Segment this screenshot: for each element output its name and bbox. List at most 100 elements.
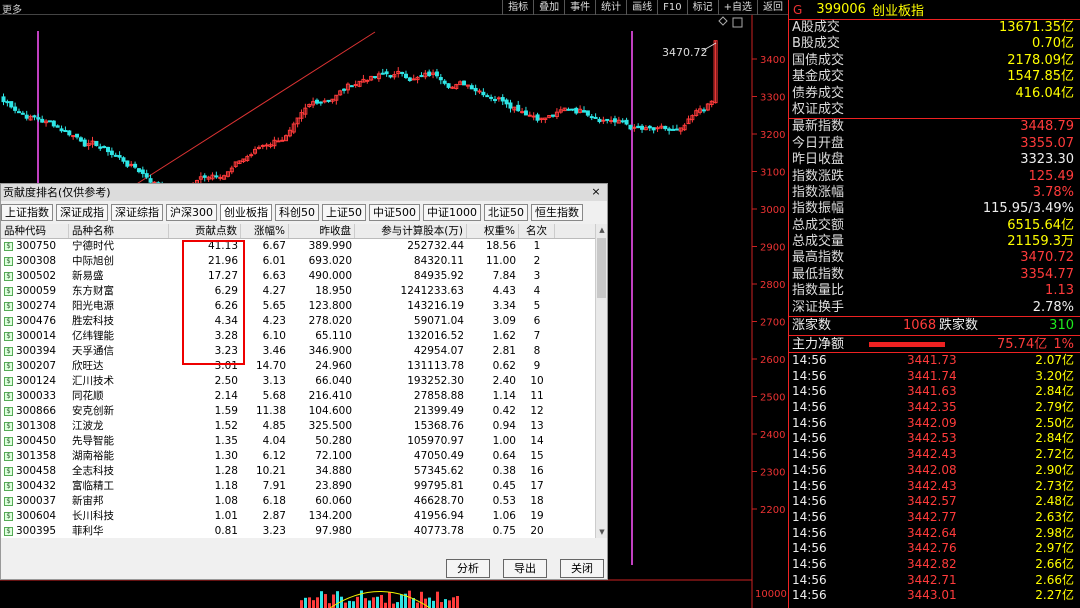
table-row[interactable]: $300866 安克创新 1.59 11.38 104.600 21399.49 0.42 1… <box>1 404 595 419</box>
vertical-scrollbar[interactable]: ▲ ▼ <box>595 224 607 538</box>
turnover-label: A股成交 <box>792 20 840 35</box>
turnover-label: 国债成交 <box>792 52 845 68</box>
toolbar-button[interactable]: 返回 <box>757 0 788 15</box>
column-header[interactable]: 涨幅% <box>241 224 289 238</box>
table-cell: 3.13 <box>262 375 286 387</box>
table-row[interactable]: $300502 新易盛 17.27 6.63 490.000 84935.92 7.84 3 <box>1 269 595 284</box>
tick-row[interactable]: 14:56 3442.82 2.66亿 <box>789 557 1080 573</box>
table-cell: 0.81 <box>214 525 238 537</box>
candle-body <box>655 127 660 130</box>
stat-value: 3.78% <box>1032 184 1074 200</box>
tick-row[interactable]: 14:56 3442.08 2.90亿 <box>789 463 1080 479</box>
tick-amount: 2.97亿 <box>1035 541 1074 556</box>
table-row[interactable]: $300458 全志科技 1.28 10.21 34.880 57345.62 0.38 16 <box>1 464 595 479</box>
turnover-row: B股成交 0.70亿 <box>789 36 1080 52</box>
table-row[interactable]: $300124 汇川技术 2.50 3.13 66.040 193252.30 2.40 10 <box>1 374 595 389</box>
tab-6[interactable]: 上证50 <box>322 204 366 221</box>
tab-4[interactable]: 创业板指 <box>220 204 272 221</box>
tab-10[interactable]: 恒生指数 <box>531 204 583 221</box>
tick-row[interactable]: 14:56 3442.09 2.50亿 <box>789 416 1080 432</box>
stat-value: 3355.07 <box>1020 135 1074 151</box>
tab-1[interactable]: 深证成指 <box>56 204 108 221</box>
table-row[interactable]: $300274 阳光电源 6.26 5.65 123.800 143216.19 3.34 5 <box>1 299 595 314</box>
table-row[interactable]: $300450 先导智能 1.35 4.04 50.280 105970.97 1.00 14 <box>1 434 595 449</box>
axis-label: 2400 <box>760 430 785 441</box>
more-menu[interactable]: 更多 <box>2 1 22 16</box>
table-cell: 7 <box>533 330 541 342</box>
toolbar-button[interactable]: 标记 <box>686 0 718 15</box>
scroll-thumb[interactable] <box>597 238 606 298</box>
table-row[interactable]: $300207 欣旺达 3.01 14.70 24.960 131113.78 0.62 9 <box>1 359 595 374</box>
export-button[interactable]: 导出 <box>503 559 547 578</box>
column-header[interactable]: 昨收盘 <box>289 224 355 238</box>
column-header[interactable]: 贡献点数 <box>169 224 241 238</box>
tick-price: 3441.74 <box>907 368 957 383</box>
column-header[interactable]: 品种名称 <box>69 224 169 238</box>
table-row[interactable]: $300014 亿纬锂能 3.28 6.10 65.110 132016.52 1.62 7 <box>1 329 595 344</box>
tab-5[interactable]: 科创50 <box>275 204 319 221</box>
toolbar-button[interactable]: 统计 <box>595 0 626 15</box>
toolbar-button[interactable]: 事件 <box>564 0 595 15</box>
column-header[interactable]: 品种代码 <box>1 224 69 238</box>
tick-row[interactable]: 14:56 3441.73 2.07亿 <box>789 353 1080 369</box>
turnover-row: 基金成交 1547.85亿 <box>789 69 1080 85</box>
tick-row[interactable]: 14:56 3442.35 2.79亿 <box>789 400 1080 416</box>
ranking-table[interactable]: 品种代码 品种名称 贡献点数 涨幅% 昨收盘 参与计算股本(万) 权重% 名次 $300750… <box>1 224 595 538</box>
scroll-down-icon[interactable]: ▼ <box>596 526 608 538</box>
tick-row[interactable]: 14:56 3442.76 2.97亿 <box>789 541 1080 557</box>
table-cell: 2.81 <box>492 345 516 357</box>
table-row[interactable]: $301358 湖南裕能 1.30 6.12 72.100 47050.49 0.64 15 <box>1 449 595 464</box>
tick-row[interactable]: 14:56 3442.71 2.66亿 <box>789 573 1080 589</box>
tick-price: 3442.43 <box>907 478 957 493</box>
tick-list[interactable]: 14:56 3441.73 2.07亿 14:56 3441.74 3.20亿 14:56 3… <box>789 353 1080 604</box>
table-cell: 59071.04 <box>413 315 464 327</box>
table-row[interactable]: $300432 富临精工 1.18 7.91 23.890 99795.81 0.45 17 <box>1 479 595 494</box>
toolbar-button[interactable]: 画线 <box>626 0 657 15</box>
table-row[interactable]: $300750 宁德时代 41.13 6.67 389.990 252732.44 18.5… <box>1 239 595 254</box>
table-cell: 先导智能 <box>72 435 114 447</box>
table-row[interactable]: $300476 胜宏科技 4.34 4.23 278.020 59071.04 3.09 6 <box>1 314 595 329</box>
tick-row[interactable]: 14:56 3442.77 2.63亿 <box>789 510 1080 526</box>
column-header[interactable]: 权重% <box>467 224 519 238</box>
candle-body <box>249 154 254 157</box>
table-row[interactable]: $300037 新宙邦 1.08 6.18 60.060 46628.70 0.53 18 <box>1 494 595 509</box>
tab-8[interactable]: 中证1000 <box>423 204 481 221</box>
table-cell: 11.00 <box>485 255 516 267</box>
tick-row[interactable]: 14:56 3443.01 2.27亿 <box>789 588 1080 604</box>
analyze-button[interactable]: 分析 <box>446 559 490 578</box>
table-row[interactable]: $300394 天孚通信 3.23 3.46 346.900 42954.07 2.81 8 <box>1 344 595 359</box>
tick-row[interactable]: 14:56 3442.64 2.98亿 <box>789 526 1080 542</box>
toolbar-button[interactable]: F10 <box>657 0 686 15</box>
toolbar-button[interactable]: 指标 <box>502 0 533 15</box>
tab-2[interactable]: 深证综指 <box>111 204 163 221</box>
tab-9[interactable]: 北证50 <box>484 204 528 221</box>
tick-row[interactable]: 14:56 3442.43 2.72亿 <box>789 447 1080 463</box>
toolbar-button[interactable]: +自选 <box>717 0 757 15</box>
scroll-up-icon[interactable]: ▲ <box>596 224 608 236</box>
table-cell: $300750 <box>1 239 69 254</box>
dialog-title-bar[interactable]: 贡献度排名(仅供参考) × <box>1 184 607 201</box>
table-row[interactable]: $300604 长川科技 1.01 2.87 134.200 41956.94 1.06 19 <box>1 509 595 524</box>
close-icon[interactable]: × <box>589 185 603 199</box>
table-row[interactable]: $300059 东方财富 6.29 4.27 18.950 1241233.63 4.43 4 <box>1 284 595 299</box>
column-header[interactable]: 参与计算股本(万) <box>355 224 467 238</box>
table-row[interactable]: $300308 中际旭创 21.96 6.01 693.020 84320.11 11.00… <box>1 254 595 269</box>
table-row[interactable]: $301308 江波龙 1.52 4.85 325.500 15368.76 0.94 13 <box>1 419 595 434</box>
table-row[interactable]: $300395 菲利华 0.81 3.23 97.980 40773.78 0.75 20 <box>1 524 595 538</box>
tick-row[interactable]: 14:56 3441.63 2.84亿 <box>789 384 1080 400</box>
table-row[interactable]: $300033 同花顺 2.14 5.68 216.410 27858.88 1.14 11 <box>1 389 595 404</box>
tick-row[interactable]: 14:56 3442.53 2.84亿 <box>789 431 1080 447</box>
turnover-list: A股成交 13671.35亿 B股成交 0.70亿 国债成交 2178.09亿 基金成交 15… <box>789 20 1080 118</box>
table-cell: 6 <box>533 315 541 327</box>
close-button[interactable]: 关闭 <box>560 559 604 578</box>
tick-amount: 2.63亿 <box>1035 509 1074 524</box>
candle-body <box>32 115 37 118</box>
tick-row[interactable]: 14:56 3441.74 3.20亿 <box>789 369 1080 385</box>
tab-0[interactable]: 上证指数 <box>1 204 53 221</box>
tick-row[interactable]: 14:56 3442.57 2.48亿 <box>789 494 1080 510</box>
toolbar-button[interactable]: 叠加 <box>533 0 564 15</box>
tab-3[interactable]: 沪深300 <box>166 204 217 221</box>
column-header[interactable]: 名次 <box>519 224 555 238</box>
tick-row[interactable]: 14:56 3442.43 2.73亿 <box>789 479 1080 495</box>
tab-7[interactable]: 中证500 <box>369 204 420 221</box>
